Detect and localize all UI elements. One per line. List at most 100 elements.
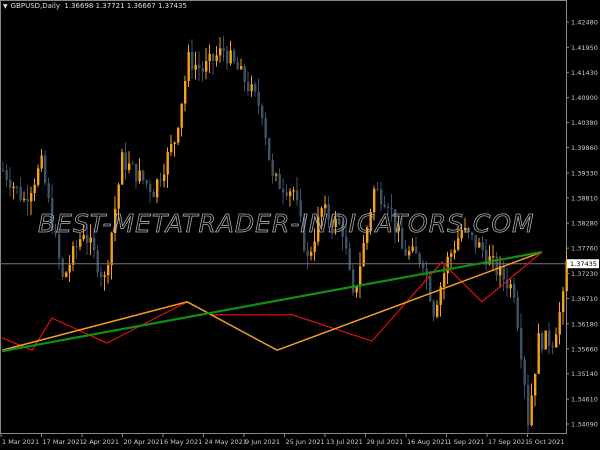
date-tick-label: 13 Jul 2021 <box>326 438 363 446</box>
date-tick-label: 17 Sep 2021 <box>488 438 529 446</box>
candle-body <box>534 373 537 396</box>
candle-body <box>404 248 407 256</box>
candle-body <box>47 183 50 198</box>
candle <box>544 330 547 350</box>
price-tick-label: 1.34090 <box>571 421 598 429</box>
candle-body <box>194 64 197 70</box>
candle-body <box>142 170 145 181</box>
price-axis: 1.42480 1.41950 1.41430 1.40900 1.40380 1.398… <box>566 19 599 429</box>
candle-body <box>324 204 327 209</box>
high-value: 1.37721 <box>95 2 125 10</box>
candle-body <box>492 256 495 258</box>
price-tick-label: 1.35660 <box>571 345 598 353</box>
candle-body <box>26 198 29 202</box>
low-value: 1.36667 <box>126 2 156 10</box>
candle-body <box>229 50 232 64</box>
watermark: BEST-METATRADER-INDICATORS.COM <box>38 209 535 238</box>
candle-body <box>72 246 75 265</box>
candle-body <box>541 333 544 350</box>
candle <box>121 148 124 185</box>
price-chart[interactable]: BEST-METATRADER-INDICATORS.COM 1.42480 1.… <box>0 0 600 450</box>
time-axis: 1 Mar 2021 17 Mar 2021 2 Apr 2021 20 Apr 20… <box>0 434 565 446</box>
price-tick-label: 1.38280 <box>571 220 598 228</box>
price-tick-label: 1.39860 <box>571 144 598 152</box>
candle-body <box>226 50 229 64</box>
candle-body <box>264 118 267 139</box>
candle-body <box>33 184 36 194</box>
candle-body <box>481 242 484 251</box>
candle-body <box>16 186 19 188</box>
candle-body <box>79 239 82 247</box>
candle-body <box>310 251 313 256</box>
candle-body <box>5 170 8 180</box>
candle-body <box>408 250 411 256</box>
candle-body <box>166 152 169 175</box>
candle-body <box>457 238 460 250</box>
candle-body <box>509 284 512 289</box>
candle-body <box>516 297 519 328</box>
candle-body <box>187 52 190 82</box>
candle-body <box>411 246 414 251</box>
candle-body <box>278 174 281 189</box>
date-tick-label: 1 Mar 2021 <box>2 438 39 446</box>
candle-body <box>163 174 166 181</box>
date-tick-label: 29 Jul 2021 <box>367 438 404 446</box>
candle-body <box>268 138 271 161</box>
candle-body <box>173 142 176 145</box>
candle-body <box>453 249 456 254</box>
candle-body <box>362 242 365 267</box>
symbol-label: GBPUSD,Daily <box>10 2 60 10</box>
candle-body <box>107 265 110 276</box>
candle-body <box>285 192 288 196</box>
candle-body <box>212 53 215 61</box>
candle-body <box>355 286 358 293</box>
candle-body <box>23 198 26 200</box>
collapse-triangle-icon[interactable]: ▼ <box>3 3 8 10</box>
price-tick-label: 1.40380 <box>571 119 598 127</box>
candle-body <box>345 236 348 249</box>
candle-body <box>478 242 481 248</box>
candle-body <box>436 304 439 317</box>
candle-body <box>247 82 250 92</box>
candle-body <box>306 250 309 256</box>
candle-body <box>275 174 278 176</box>
candle-body <box>429 276 432 302</box>
candle-body <box>215 55 218 61</box>
price-tick-label: 1.42480 <box>571 19 598 27</box>
candle-body <box>236 61 239 70</box>
candle-body <box>558 312 561 335</box>
candle <box>177 126 180 146</box>
price-tick-label: 1.41950 <box>571 44 598 52</box>
candle-body <box>292 190 295 192</box>
date-tick-label: 6 May 2021 <box>164 438 202 446</box>
candle-body <box>152 191 155 198</box>
candle-body <box>37 168 40 185</box>
date-tick-label: 17 Mar 2021 <box>43 438 84 446</box>
candle-body <box>96 250 99 273</box>
candle-body <box>380 189 383 205</box>
candle-body <box>135 163 138 182</box>
candle-body <box>502 266 505 280</box>
candle-body <box>145 180 148 184</box>
candle-body <box>243 66 246 83</box>
candle-body <box>68 264 71 273</box>
candle-body <box>138 170 141 182</box>
candle-body <box>201 68 204 72</box>
candle-body <box>376 188 379 190</box>
candle-body <box>30 193 33 202</box>
candle-body <box>383 204 386 207</box>
candle-body <box>387 206 390 208</box>
candle-body <box>544 330 547 350</box>
candle-body <box>40 155 43 169</box>
date-tick-label: 16 Aug 2021 <box>407 438 449 446</box>
candle-body <box>551 345 554 348</box>
candle-body <box>257 91 260 106</box>
candle-body <box>44 155 47 184</box>
candle-body <box>289 191 292 196</box>
candle-body <box>282 188 285 193</box>
current-price-label: 1.37435 <box>570 260 597 268</box>
candle-body <box>415 246 418 254</box>
candle-body <box>488 256 491 265</box>
date-tick-label: 2 Apr 2021 <box>83 438 119 446</box>
candle-body <box>446 256 449 274</box>
